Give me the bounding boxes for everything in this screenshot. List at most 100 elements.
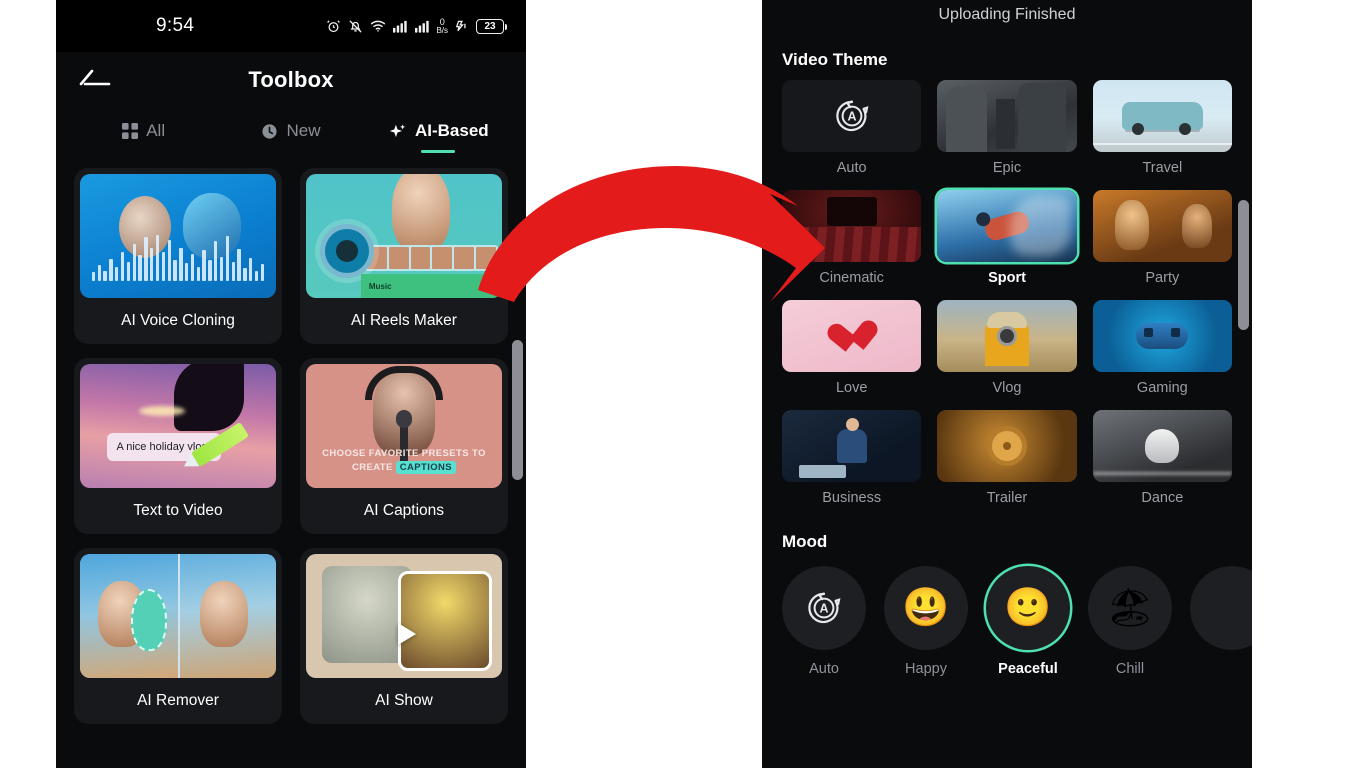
theme-item-epic[interactable]: Epic bbox=[937, 80, 1077, 186]
gamepad-graphic bbox=[1136, 323, 1189, 349]
clock-icon bbox=[261, 123, 278, 140]
voice-cloning-thumb bbox=[80, 174, 276, 298]
theme-item-gaming[interactable]: Gaming bbox=[1092, 300, 1232, 406]
network-speed-icon: 0 B/s bbox=[436, 17, 448, 35]
theme-item-dance[interactable]: Dance bbox=[1092, 410, 1232, 516]
back-arrow-icon[interactable] bbox=[78, 67, 112, 93]
mood-item-happy[interactable]: 😃 Happy bbox=[884, 566, 968, 677]
left-panel-scrollbar[interactable] bbox=[512, 340, 523, 480]
mood-label: Chill bbox=[1115, 661, 1145, 677]
tool-card-reels-maker[interactable]: Music AI Reels Maker bbox=[300, 168, 508, 344]
tool-label: AI Captions bbox=[363, 502, 445, 519]
sparkle-icon bbox=[388, 122, 407, 141]
tool-card-ai-captions[interactable]: CHOOSE FAVORITE PRESETS TO CREATE CAPTIO… bbox=[300, 358, 508, 534]
screenshot-stage: 9:54 0 B/s 23 Toolbox All New AI-Based A… bbox=[0, 0, 1366, 768]
tool-card-ai-remover[interactable]: AI Remover bbox=[74, 548, 282, 724]
theme-label: Gaming bbox=[1136, 380, 1188, 396]
mood-label: Peaceful bbox=[998, 661, 1058, 677]
tab-all-label: All bbox=[146, 121, 166, 140]
wifi-icon bbox=[370, 19, 386, 33]
theme-item-love[interactable]: Love bbox=[782, 300, 922, 406]
auto-circle-icon: A bbox=[782, 566, 866, 650]
theme-label: Travel bbox=[1142, 160, 1183, 176]
tab-new-label: New bbox=[286, 121, 321, 140]
music-track-label: Music bbox=[360, 274, 502, 298]
tool-label: AI Show bbox=[375, 692, 433, 709]
tab-ai-based[interactable]: AI-Based bbox=[365, 108, 512, 154]
partial-mood-icon bbox=[1190, 566, 1252, 650]
battery-icon: 23 bbox=[476, 18, 507, 34]
dance-thumb bbox=[1092, 410, 1232, 482]
tab-all[interactable]: All bbox=[70, 108, 217, 154]
video-theme-grid: A Auto Epic Travel Cinematic Sport Party… bbox=[762, 80, 1252, 516]
status-bar-icons: 0 B/s 23 bbox=[326, 17, 507, 35]
battery-level: 23 bbox=[484, 20, 496, 32]
theme-label: Cinematic bbox=[819, 270, 884, 286]
trailer-thumb bbox=[937, 410, 1077, 482]
signal-bars-2-icon bbox=[415, 19, 430, 33]
mood-item-peaceful[interactable]: 🙂 Peaceful bbox=[986, 566, 1070, 677]
tool-label: AI Reels Maker bbox=[351, 312, 457, 329]
mood-row: A Auto 😃 Happy 🙂 Peaceful 🏖 Chill bbox=[762, 562, 1252, 677]
dancer-graphic bbox=[1145, 429, 1180, 463]
captions-line-2: CREATE bbox=[351, 462, 396, 474]
vlog-thumb bbox=[937, 300, 1077, 372]
right-phone-panel: Uploading Finished Video Theme A Auto Ep… bbox=[762, 0, 1252, 768]
bell-muted-icon bbox=[348, 19, 363, 34]
theme-item-vlog[interactable]: Vlog bbox=[937, 300, 1077, 406]
svg-text:A: A bbox=[819, 601, 828, 615]
theme-label: Auto bbox=[836, 160, 867, 176]
cinematic-thumb bbox=[782, 190, 922, 262]
right-panel-scrollbar[interactable] bbox=[1238, 200, 1249, 330]
mood-title: Mood bbox=[782, 532, 828, 551]
captions-highlight: CAPTIONS bbox=[395, 461, 457, 475]
tool-label: Text to Video bbox=[133, 502, 223, 519]
mood-item-partial[interactable] bbox=[1190, 566, 1252, 650]
theme-label: Business bbox=[822, 490, 882, 506]
mood-item-chill[interactable]: 🏖 Chill bbox=[1088, 566, 1172, 677]
tool-grid: AI Voice Cloning Music AI Reels Maker A … bbox=[56, 154, 526, 724]
mood-label: Happy bbox=[905, 661, 947, 677]
mood-label: Auto bbox=[809, 661, 839, 677]
timeline-graphic bbox=[364, 244, 499, 271]
theme-label: Love bbox=[835, 380, 868, 396]
tool-card-text-to-video[interactable]: A nice holiday vlog| Text to Video bbox=[74, 358, 282, 534]
theme-item-travel[interactable]: Travel bbox=[1092, 80, 1232, 186]
beach-umbrella-icon: 🏖 bbox=[1088, 566, 1172, 650]
captions-line-1: CHOOSE FAVORITE PRESETS TO bbox=[322, 448, 486, 460]
text-to-video-thumb: A nice holiday vlog| bbox=[80, 364, 276, 488]
signal-bars-icon bbox=[393, 19, 408, 33]
ai-remover-thumb bbox=[80, 554, 276, 678]
tool-card-ai-show[interactable]: AI Show bbox=[300, 548, 508, 724]
heart-graphic bbox=[833, 319, 870, 352]
theme-item-cinematic[interactable]: Cinematic bbox=[782, 190, 922, 296]
theme-item-party[interactable]: Party bbox=[1092, 190, 1232, 296]
theme-label: Trailer bbox=[986, 490, 1028, 506]
businessman-graphic bbox=[836, 418, 867, 463]
grinning-face-icon: 😃 bbox=[884, 566, 968, 650]
tool-label: AI Remover bbox=[137, 692, 219, 709]
theme-item-sport[interactable]: Sport bbox=[937, 190, 1077, 296]
reels-maker-thumb: Music bbox=[306, 174, 502, 298]
theme-label: Dance bbox=[1141, 490, 1184, 506]
ai-show-thumb bbox=[306, 554, 502, 678]
left-phone-panel: 9:54 0 B/s 23 Toolbox All New AI-Based A… bbox=[56, 0, 526, 768]
theme-label: Epic bbox=[992, 160, 1022, 176]
mood-item-auto[interactable]: A Auto bbox=[782, 566, 866, 677]
theme-item-trailer[interactable]: Trailer bbox=[937, 410, 1077, 516]
tab-ai-based-label: AI-Based bbox=[414, 121, 489, 140]
page-title: Toolbox bbox=[248, 67, 334, 92]
toolbox-header: Toolbox bbox=[56, 52, 526, 108]
tab-new[interactable]: New bbox=[217, 108, 364, 154]
party-thumb bbox=[1092, 190, 1232, 262]
love-thumb bbox=[782, 300, 922, 372]
theme-item-auto[interactable]: A Auto bbox=[782, 80, 922, 186]
ai-captions-thumb: CHOOSE FAVORITE PRESETS TO CREATE CAPTIO… bbox=[306, 364, 502, 488]
tool-card-voice-cloning[interactable]: AI Voice Cloning bbox=[74, 168, 282, 344]
svg-text:A: A bbox=[847, 109, 856, 123]
network-speed-unit: B/s bbox=[436, 25, 448, 35]
theme-item-business[interactable]: Business bbox=[782, 410, 922, 516]
grid-icon bbox=[122, 123, 139, 139]
travel-thumb bbox=[1092, 80, 1232, 152]
audio-knob-graphic bbox=[319, 224, 374, 279]
